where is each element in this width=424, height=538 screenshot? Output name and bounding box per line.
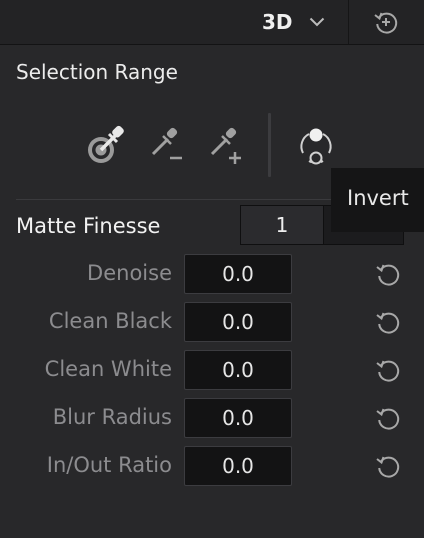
matte-finesse-title: Matte Finesse	[16, 214, 161, 238]
in-out-ratio-label: In/Out Ratio	[46, 453, 172, 477]
in-out-ratio-reset-icon[interactable]	[374, 452, 402, 480]
tab-1[interactable]: 1	[241, 206, 324, 244]
clean-white-reset-icon[interactable]	[374, 356, 402, 384]
clean-white-input[interactable]: 0.0	[184, 350, 292, 390]
tooltip: Invert	[331, 168, 424, 232]
denoise-input[interactable]: 0.0	[184, 254, 292, 294]
blur-radius-reset-icon[interactable]	[374, 404, 402, 432]
tools-divider	[268, 113, 271, 177]
clean-white-label: Clean White	[44, 357, 172, 381]
invert-selection-icon[interactable]	[294, 124, 338, 168]
mode-dropdown-label: 3D	[262, 10, 293, 34]
tooltip-text: Invert	[347, 186, 409, 210]
clean-black-reset-icon[interactable]	[374, 308, 402, 336]
denoise-label: Denoise	[87, 261, 172, 285]
top-bar: 3D	[0, 0, 424, 45]
selection-range-title: Selection Range	[16, 60, 178, 84]
clean-black-input[interactable]: 0.0	[184, 302, 292, 342]
denoise-reset-icon[interactable]	[374, 260, 402, 288]
toolbar-divider	[348, 0, 349, 44]
picker-minus-icon[interactable]	[146, 122, 190, 166]
blur-radius-label: Blur Radius	[52, 405, 172, 429]
reset-all-icon[interactable]	[372, 8, 400, 36]
blur-radius-input[interactable]: 0.0	[184, 398, 292, 438]
mode-dropdown[interactable]: 3D	[262, 6, 325, 38]
clean-black-label: Clean Black	[48, 309, 172, 333]
chevron-down-icon	[309, 17, 325, 27]
in-out-ratio-input[interactable]: 0.0	[184, 446, 292, 486]
picker-plus-icon[interactable]	[205, 122, 249, 166]
color-picker-target-icon[interactable]	[85, 122, 129, 166]
